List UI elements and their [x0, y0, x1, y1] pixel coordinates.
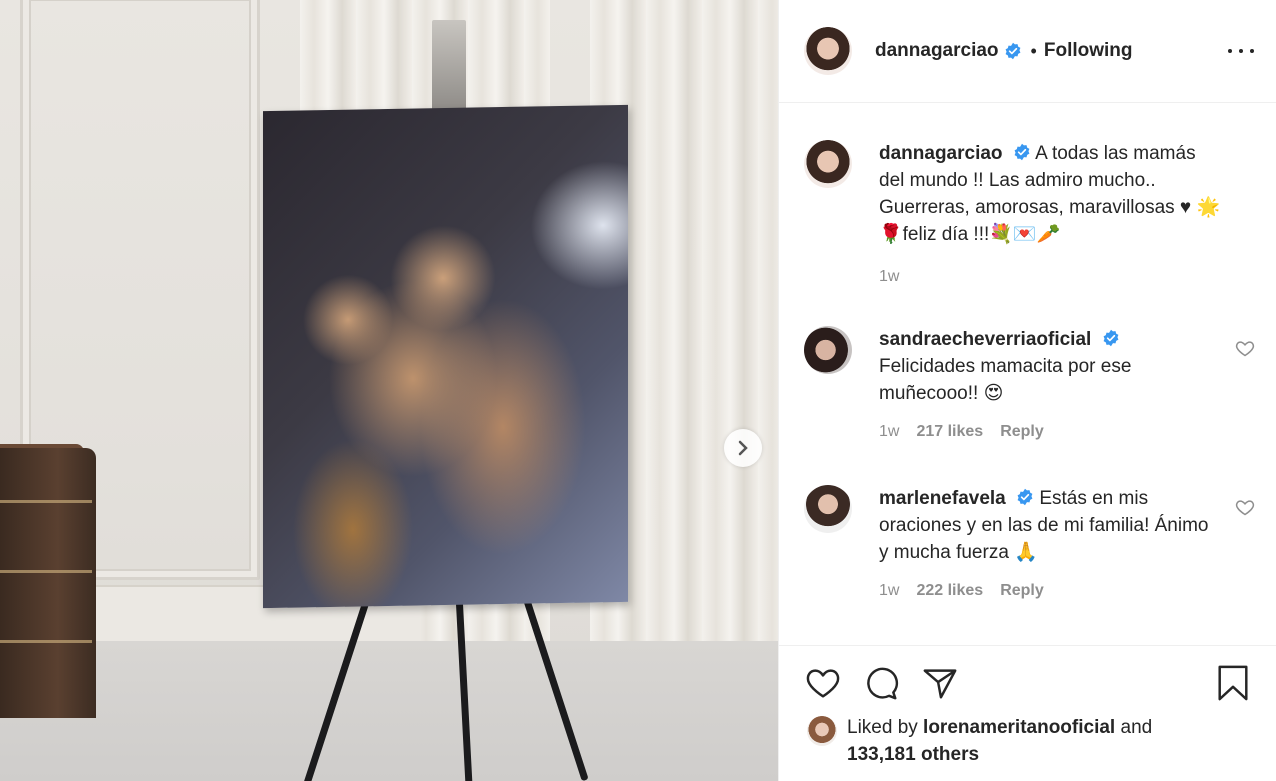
easel-top — [432, 20, 466, 110]
author-username[interactable]: dannagarciao — [875, 40, 999, 62]
comment-text-block: marlenefavela Estás en mis oraciones y e… — [879, 485, 1219, 566]
divider — [779, 645, 1276, 646]
comment-meta: 1w 217 likes Reply — [879, 423, 1219, 441]
caption: dannagarciao A todas las mamás del mundo… — [804, 140, 1254, 286]
author-avatar[interactable] — [804, 27, 852, 75]
comment-likes[interactable]: 217 likes — [916, 423, 983, 441]
framed-portrait — [263, 104, 628, 609]
commenter-avatar[interactable] — [804, 485, 852, 533]
more-options-icon[interactable] — [1228, 38, 1254, 64]
next-photo-button[interactable] — [724, 429, 762, 467]
verified-badge-icon — [1005, 42, 1020, 60]
heart-icon[interactable] — [804, 664, 842, 702]
caption-text-block: dannagarciao A todas las mamás del mundo… — [879, 140, 1224, 248]
comment-meta: 1w 222 likes Reply — [879, 582, 1219, 600]
bookmark-icon[interactable] — [1214, 664, 1252, 702]
comment-time[interactable]: 1w — [879, 423, 899, 441]
commenter-username[interactable]: marlenefavela — [879, 488, 1006, 509]
comment-item: marlenefavela Estás en mis oraciones y e… — [804, 485, 1254, 600]
verified-badge-icon — [1103, 329, 1119, 347]
liked-by-and: and — [1115, 717, 1153, 738]
liked-by: Liked by lorenameritanooficial and 133,1… — [807, 714, 1152, 768]
drawer-trim — [0, 570, 92, 573]
caption-username[interactable]: dannagarciao — [879, 143, 1003, 164]
comment-likes[interactable]: 222 likes — [916, 582, 983, 600]
post-sidebar: dannagarciao • Following dannagarciao A … — [778, 0, 1276, 781]
floor — [0, 641, 778, 781]
action-bar — [804, 664, 1252, 704]
comments-list: dannagarciao A todas las mamás del mundo… — [779, 104, 1276, 644]
verified-badge-icon — [1017, 488, 1033, 506]
post-photo[interactable] — [0, 0, 778, 781]
commenter-avatar[interactable] — [804, 326, 852, 374]
commenter-username[interactable]: sandraecheverriaoficial — [879, 329, 1091, 350]
comment-time[interactable]: 1w — [879, 582, 899, 600]
drawer-trim — [0, 640, 92, 643]
heart-icon[interactable] — [1235, 338, 1255, 358]
verified-badge-icon — [1014, 143, 1030, 161]
dresser — [0, 448, 96, 718]
liked-by-prefix: Liked by — [847, 717, 924, 738]
comment-item: sandraecheverriaoficial Felicidades mama… — [804, 326, 1254, 441]
liker-username[interactable]: lorenameritanooficial — [923, 717, 1115, 738]
reply-button[interactable]: Reply — [1000, 423, 1044, 441]
drawer-trim — [0, 500, 92, 503]
share-icon[interactable] — [921, 664, 959, 702]
reply-button[interactable]: Reply — [1000, 582, 1044, 600]
following-button[interactable]: Following — [1044, 40, 1133, 62]
post-header: dannagarciao • Following — [779, 0, 1276, 103]
comment-text-block: sandraecheverriaoficial Felicidades mama… — [879, 326, 1219, 407]
liker-avatar[interactable] — [807, 716, 837, 746]
author-info: dannagarciao • Following — [875, 40, 1133, 62]
liked-by-text: Liked by lorenameritanooficial and 133,1… — [847, 714, 1152, 768]
comment-icon[interactable] — [862, 664, 900, 702]
caption-meta: 1w — [879, 268, 1224, 286]
caption-avatar[interactable] — [804, 140, 852, 188]
separator-dot: • — [1030, 40, 1037, 61]
comment-text: Felicidades mamacita por ese muñecooo!! … — [879, 356, 1132, 404]
chevron-right-icon — [738, 440, 748, 456]
others-count[interactable]: 133,181 others — [847, 744, 979, 765]
caption-time[interactable]: 1w — [879, 268, 899, 286]
heart-icon[interactable] — [1235, 497, 1255, 517]
